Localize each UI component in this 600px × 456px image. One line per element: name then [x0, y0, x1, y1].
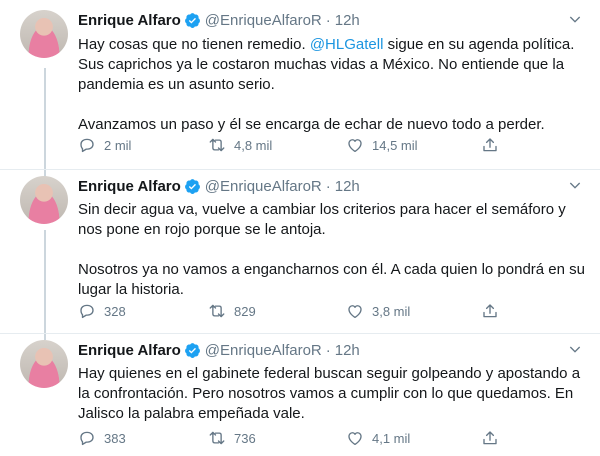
tweet-header: Enrique Alfaro @EnriqueAlfaroR · 12h: [78, 176, 584, 196]
user-handle[interactable]: @EnriqueAlfaroR: [205, 12, 322, 29]
reply-button[interactable]: 383: [78, 429, 126, 447]
tweet-header: Enrique Alfaro @EnriqueAlfaroR · 12h: [78, 340, 584, 360]
retweet-button[interactable]: 829: [208, 302, 256, 320]
like-count: 3,8 mil: [372, 303, 411, 319]
timestamp[interactable]: 12h: [335, 178, 360, 195]
share-button[interactable]: [481, 302, 499, 320]
retweet-button[interactable]: 4,8 mil: [208, 136, 272, 154]
separator-dot: ·: [325, 11, 331, 29]
like-count: 14,5 mil: [372, 137, 418, 153]
tweet-paragraph: Hay quienes en el gabinete federal busca…: [78, 365, 581, 422]
separator-dot: ·: [325, 341, 331, 359]
timestamp[interactable]: 12h: [335, 342, 360, 359]
display-name[interactable]: Enrique Alfaro: [78, 342, 181, 359]
chevron-down-icon[interactable]: [566, 176, 584, 194]
share-icon: [483, 304, 497, 318]
display-name[interactable]: Enrique Alfaro: [78, 12, 181, 29]
tweet-text-part: Hay cosas que no tienen remedio.: [78, 36, 310, 53]
tweet-actions: 383 736 4,1 mil: [78, 427, 518, 449]
tweet-text: Hay quienes en el gabinete federal busca…: [78, 364, 586, 424]
reply-count: 328: [104, 303, 126, 319]
tweet[interactable]: Enrique Alfaro @EnriqueAlfaroR · 12h Hay…: [0, 334, 600, 456]
retweet-button[interactable]: 736: [208, 429, 256, 447]
reply-icon: [80, 431, 94, 446]
reply-count: 2 mil: [104, 137, 132, 153]
tweet-text: Hay cosas que no tienen remedio. @HLGate…: [78, 35, 586, 135]
like-button[interactable]: 4,1 mil: [346, 429, 410, 447]
tweet-actions: 328 829 3,8 mil: [78, 300, 518, 322]
retweet-icon: [209, 138, 225, 152]
tweet-paragraph: Nosotros ya no vamos a engancharnos con …: [78, 261, 586, 298]
separator-dot: ·: [325, 177, 331, 195]
timeline: Enrique Alfaro @EnriqueAlfaroR · 12h Hay…: [0, 0, 600, 456]
share-icon: [483, 431, 497, 445]
like-icon: [348, 139, 362, 153]
tweet[interactable]: Enrique Alfaro @EnriqueAlfaroR · 12h Sin…: [0, 170, 600, 330]
tweet-paragraph: Avanzamos un paso y él se encarga de ech…: [78, 116, 545, 133]
reply-count: 383: [104, 430, 126, 446]
verified-badge-icon: [184, 178, 201, 195]
retweet-count: 4,8 mil: [234, 137, 273, 153]
avatar[interactable]: [20, 340, 68, 388]
reply-button[interactable]: 2 mil: [78, 136, 131, 154]
reply-icon: [80, 304, 94, 319]
verified-badge-icon: [184, 12, 201, 29]
tweet[interactable]: Enrique Alfaro @EnriqueAlfaroR · 12h Hay…: [0, 0, 600, 170]
share-button[interactable]: [481, 136, 499, 154]
chevron-down-icon[interactable]: [566, 340, 584, 358]
verified-badge-icon: [184, 342, 201, 359]
like-icon: [348, 432, 362, 446]
retweet-icon: [209, 431, 225, 445]
retweet-count: 829: [234, 303, 256, 319]
avatar[interactable]: [20, 176, 68, 224]
chevron-down-icon[interactable]: [566, 10, 584, 28]
reply-icon: [80, 138, 94, 153]
retweet-icon: [209, 304, 225, 318]
timestamp[interactable]: 12h: [335, 12, 360, 29]
avatar[interactable]: [20, 10, 68, 58]
user-handle[interactable]: @EnriqueAlfaroR: [205, 178, 322, 195]
retweet-count: 736: [234, 430, 256, 446]
like-count: 4,1 mil: [372, 430, 411, 446]
like-button[interactable]: 14,5 mil: [346, 136, 418, 154]
mention-link[interactable]: @HLGatell: [310, 36, 384, 53]
share-button[interactable]: [481, 429, 499, 447]
tweet-actions: 2 mil 4,8 mil 14,5 mil: [78, 134, 518, 156]
like-icon: [348, 305, 362, 319]
tweet-paragraph: Sin decir agua va, vuelve a cambiar los …: [78, 201, 566, 238]
tweet-text: Sin decir agua va, vuelve a cambiar los …: [78, 200, 586, 300]
user-handle[interactable]: @EnriqueAlfaroR: [205, 342, 322, 359]
reply-button[interactable]: 328: [78, 302, 126, 320]
tweet-header: Enrique Alfaro @EnriqueAlfaroR · 12h: [78, 10, 584, 30]
display-name[interactable]: Enrique Alfaro: [78, 178, 181, 195]
like-button[interactable]: 3,8 mil: [346, 302, 410, 320]
share-icon: [483, 138, 497, 152]
